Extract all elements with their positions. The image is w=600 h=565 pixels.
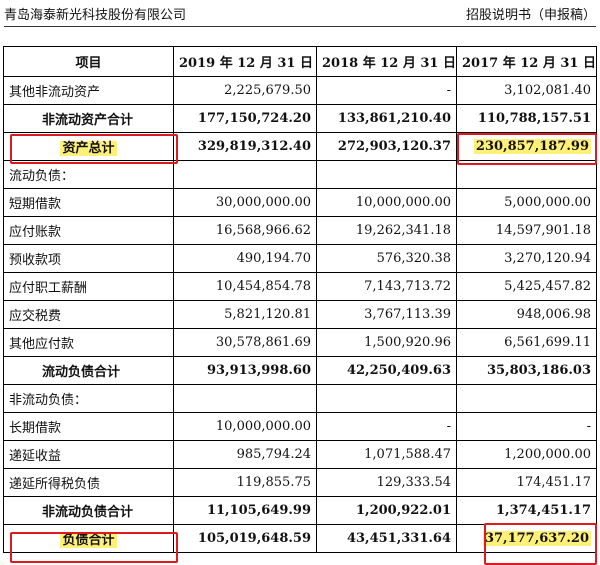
value-2019: 119,855.75	[173, 468, 317, 497]
value-2018: 43,451,331.64	[316, 524, 457, 553]
value-2018: 19,262,341.18	[316, 216, 457, 245]
table-row-subtotal: 非流动资产合计 177,150,724.20 133,861,210.40 11…	[3, 104, 597, 133]
value-2019: 2,225,679.50	[173, 76, 317, 105]
table-row: 预收款项 490,194.70 576,320.38 3,270,120.94	[3, 244, 597, 273]
highlighted-value: 230,857,187.99	[473, 139, 591, 154]
value-2018: -	[316, 76, 457, 105]
value-2018: 133,861,210.40	[316, 104, 457, 133]
value-2018	[316, 384, 457, 413]
row-label: 长期借款	[3, 412, 174, 441]
table-row-subtotal: 非流动负债合计 11,105,649.99 1,200,922.01 1,374…	[3, 496, 597, 525]
table-row-section: 非流动负债：	[3, 384, 597, 413]
value-2017: 35,803,186.03	[456, 356, 597, 385]
table-row: 长期借款 10,000,000.00 - -	[3, 412, 597, 441]
document-header: 青岛海泰新光科技股份有限公司 招股说明书（申报稿）	[4, 2, 596, 27]
value-2019: 329,819,312.40	[173, 132, 317, 161]
row-label: 非流动负债合计	[3, 496, 174, 525]
value-2018: 129,333.54	[316, 468, 457, 497]
value-2019: 10,000,000.00	[173, 412, 317, 441]
table-row-total-liabilities: 负债合计 105,019,648.59 43,451,331.64 37,177…	[3, 524, 597, 553]
highlighted-label: 负债合计	[60, 533, 117, 548]
value-2019: 30,000,000.00	[173, 188, 317, 217]
value-2017: 1,374,451.17	[456, 496, 597, 525]
value-2017: 110,788,157.51	[456, 104, 597, 133]
value-2019: 490,194.70	[173, 244, 317, 273]
table-row: 其他应付款 30,578,861.69 1,500,920.96 6,561,6…	[3, 328, 597, 357]
value-2017	[456, 384, 597, 413]
value-2019: 11,105,649.99	[173, 496, 317, 525]
table-row: 递延所得税负债 119,855.75 129,333.54 174,451.17	[3, 468, 597, 497]
row-label: 流动负债：	[3, 160, 174, 189]
table-row: 应付职工薪酬 10,454,854.78 7,143,713.72 5,425,…	[3, 272, 597, 301]
table-row: 递延收益 985,794.24 1,071,588.47 1,200,000.0…	[3, 440, 597, 469]
value-2019: 177,150,724.20	[173, 104, 317, 133]
table-row-total-assets: 资产总计 329,819,312.40 272,903,120.37 230,8…	[3, 132, 597, 161]
value-2017: 1,200,000.00	[456, 440, 597, 469]
value-2017: 174,451.17	[456, 468, 597, 497]
value-2018: -	[316, 412, 457, 441]
value-2019: 16,568,966.62	[173, 216, 317, 245]
highlighted-value: 37,177,637.20	[482, 531, 591, 546]
table-row-section: 流动负债：	[3, 160, 597, 189]
value-2018: 576,320.38	[316, 244, 457, 273]
table-row: 短期借款 30,000,000.00 10,000,000.00 5,000,0…	[3, 188, 597, 217]
value-2018: 7,143,713.72	[316, 272, 457, 301]
value-2019: 30,578,861.69	[173, 328, 317, 357]
value-2017: 6,561,699.11	[456, 328, 597, 357]
row-label: 应付账款	[3, 216, 174, 245]
table-row: 其他非流动资产 2,225,679.50 - 3,102,081.40	[3, 76, 597, 105]
value-2017: 37,177,637.20	[456, 524, 597, 553]
value-2017: 5,425,457.82	[456, 272, 597, 301]
row-label: 预收款项	[3, 244, 174, 273]
table-header-row: 项目 2019 年 12 月 31 日 2018 年 12 月 31 日 201…	[3, 46, 597, 77]
row-label: 资产总计	[3, 132, 174, 161]
value-2017: 230,857,187.99	[456, 132, 597, 161]
value-2017: 14,597,901.18	[456, 216, 597, 245]
row-label: 其他应付款	[3, 328, 174, 357]
value-2017: 5,000,000.00	[456, 188, 597, 217]
column-header-2019: 2019 年 12 月 31 日	[173, 46, 317, 77]
company-name: 青岛海泰新光科技股份有限公司	[4, 8, 187, 23]
value-2019: 105,019,648.59	[173, 524, 317, 553]
row-label: 流动负债合计	[3, 356, 174, 385]
value-2018: 3,767,113.39	[316, 300, 457, 329]
table-row: 应付账款 16,568,966.62 19,262,341.18 14,597,…	[3, 216, 597, 245]
value-2019: 985,794.24	[173, 440, 317, 469]
row-label: 非流动负债：	[3, 384, 174, 413]
value-2019: 93,913,998.60	[173, 356, 317, 385]
value-2018: 42,250,409.63	[316, 356, 457, 385]
value-2018: 10,000,000.00	[316, 188, 457, 217]
value-2017: 3,270,120.94	[456, 244, 597, 273]
row-label: 应交税费	[3, 300, 174, 329]
value-2018: 1,200,922.01	[316, 496, 457, 525]
row-label: 递延所得税负债	[3, 468, 174, 497]
row-label: 其他非流动资产	[3, 76, 174, 105]
value-2017: 948,006.98	[456, 300, 597, 329]
row-label: 递延收益	[3, 440, 174, 469]
value-2019	[173, 384, 317, 413]
column-header-2017: 2017 年 12 月 31 日	[456, 46, 597, 77]
table-row-subtotal: 流动负债合计 93,913,998.60 42,250,409.63 35,80…	[3, 356, 597, 385]
table-row: 应交税费 5,821,120.81 3,767,113.39 948,006.9…	[3, 300, 597, 329]
column-header-2018: 2018 年 12 月 31 日	[316, 46, 457, 77]
row-label: 非流动资产合计	[3, 104, 174, 133]
row-label: 负债合计	[3, 524, 174, 553]
value-2017	[456, 160, 597, 189]
value-2017: 3,102,081.40	[456, 76, 597, 105]
document-type: 招股说明书（申报稿）	[465, 8, 596, 23]
row-label: 短期借款	[3, 188, 174, 217]
value-2017: -	[456, 412, 597, 441]
value-2018: 1,500,920.96	[316, 328, 457, 357]
value-2019: 5,821,120.81	[173, 300, 317, 329]
highlighted-label: 资产总计	[60, 141, 117, 156]
balance-sheet-table: 项目 2019 年 12 月 31 日 2018 年 12 月 31 日 201…	[3, 46, 597, 553]
row-label: 应付职工薪酬	[3, 272, 174, 301]
column-header-item: 项目	[3, 46, 174, 77]
value-2018	[316, 160, 457, 189]
value-2019: 10,454,854.78	[173, 272, 317, 301]
value-2019	[173, 160, 317, 189]
value-2018: 272,903,120.37	[316, 132, 457, 161]
value-2018: 1,071,588.47	[316, 440, 457, 469]
